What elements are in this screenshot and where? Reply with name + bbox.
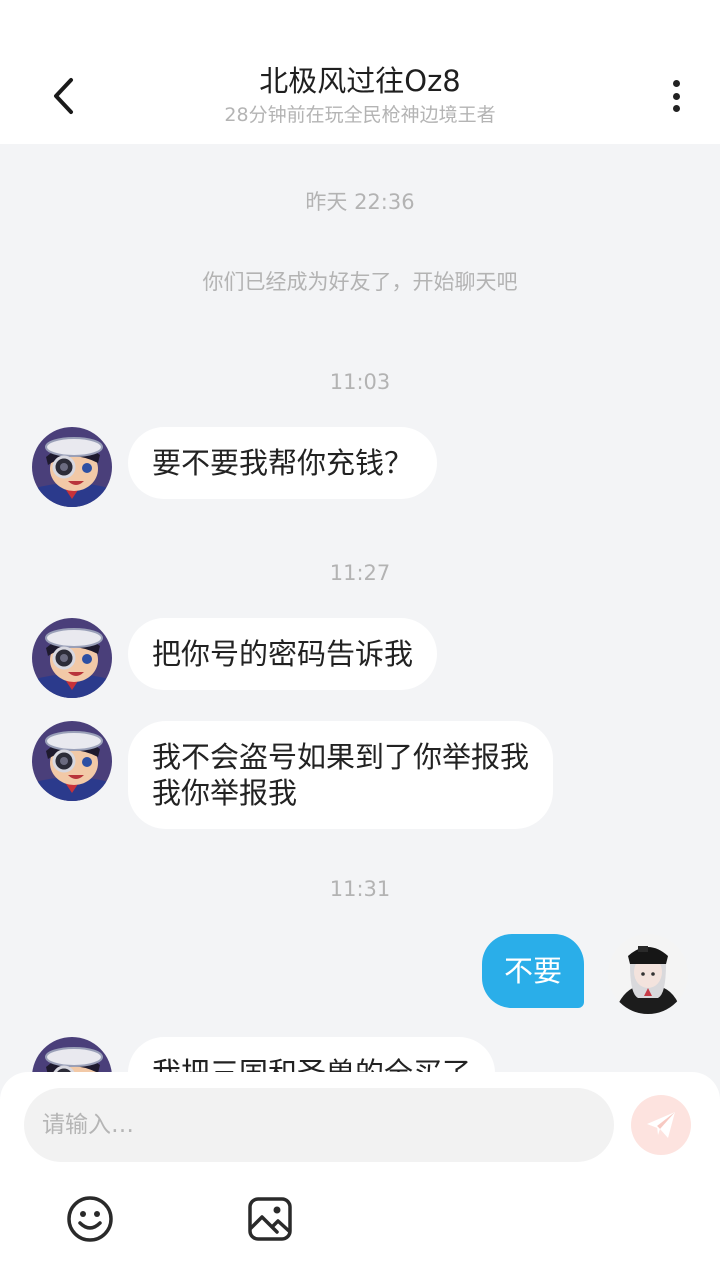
message-input[interactable] — [24, 1088, 614, 1162]
friend-message-bubble[interactable]: 我不会盗号如果到了你举报我 我你举报我 — [128, 721, 554, 829]
timestamp: 11:27 — [329, 561, 391, 585]
system-message: 你们已经成为好友了，开始聊天吧 — [202, 270, 518, 294]
friend-message-bubble[interactable]: 把你号的密码告诉我 — [128, 618, 438, 690]
friend-avatar[interactable] — [32, 618, 112, 698]
more-dot — [672, 92, 680, 100]
message-list[interactable]: 昨天 22:36 你们已经成为好友了，开始聊天吧 11:03 要不要我帮你充钱？… — [0, 144, 720, 1072]
message-line: 我不会盗号如果到了你举报我 — [152, 740, 530, 774]
friend-avatar[interactable] — [32, 427, 112, 507]
chat-screen: 北极风过往Oz8 28分钟前在玩全民枪神边境王者 昨天 22:36 你们已经成为… — [0, 0, 720, 1280]
avatar-image — [32, 427, 112, 507]
friend-message-bubble[interactable]: 要不要我帮你充钱？ — [128, 427, 438, 499]
more-vertical-icon — [672, 80, 680, 87]
timestamp: 昨天 22:36 — [305, 190, 415, 214]
avatar-image — [32, 721, 112, 801]
more-dot — [672, 105, 680, 112]
paper-plane-icon — [647, 1112, 675, 1138]
send-button[interactable] — [631, 1095, 691, 1155]
avatar-image — [608, 934, 688, 1014]
friend-message-bubble[interactable]: 我把三国和圣兽的全买了 — [128, 1037, 496, 1072]
timestamp: 11:31 — [329, 877, 391, 901]
friend-avatar[interactable] — [32, 1037, 112, 1072]
friend-avatar[interactable] — [32, 721, 112, 801]
image-icon — [248, 1197, 292, 1241]
timestamp: 11:03 — [329, 370, 391, 394]
image-button[interactable] — [245, 1194, 295, 1244]
composer — [0, 1072, 720, 1280]
my-avatar[interactable] — [608, 934, 688, 1014]
smiley-icon — [67, 1196, 113, 1242]
more-options-button[interactable] — [656, 74, 696, 118]
contact-name: 北极风过往Oz8 — [259, 64, 461, 98]
avatar-image — [32, 1037, 112, 1072]
message-line: 我你举报我 — [152, 776, 298, 810]
chat-title-area: 北极风过往Oz8 28分钟前在玩全民枪神边境王者 — [0, 62, 720, 128]
emoji-button[interactable] — [65, 1194, 115, 1244]
contact-status: 28分钟前在玩全民枪神边境王者 — [224, 104, 496, 126]
avatar-image — [32, 618, 112, 698]
chat-header: 北极风过往Oz8 28分钟前在玩全民枪神边境王者 — [0, 0, 720, 144]
my-message-bubble[interactable]: 不要 — [482, 934, 585, 1008]
